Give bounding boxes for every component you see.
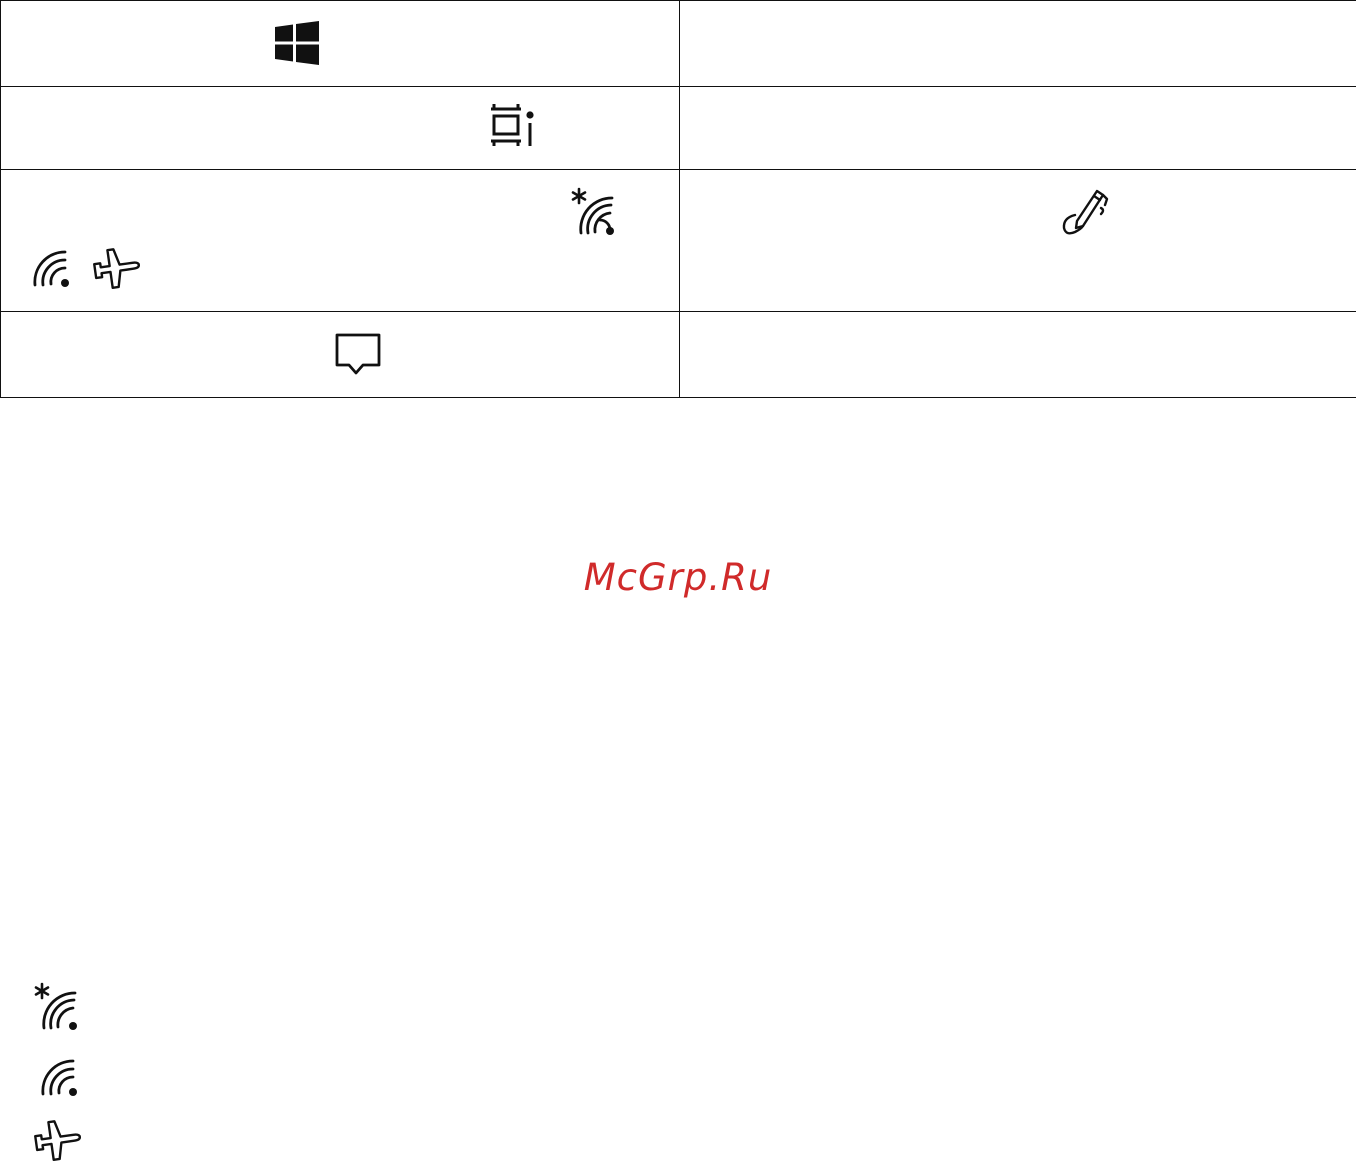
airplane-icon <box>34 1115 82 1163</box>
wifi-icon <box>33 246 73 288</box>
table-row <box>0 169 1356 312</box>
table-cell <box>0 310 680 399</box>
watermark-text: McGrp.Ru <box>583 556 773 599</box>
table-cell <box>679 86 1356 171</box>
table-cell <box>679 0 1356 88</box>
windows-logo-icon <box>275 21 319 65</box>
table-row <box>0 86 1356 171</box>
action-center-icon <box>335 333 381 377</box>
table-cell <box>0 0 680 88</box>
table-cell <box>0 169 680 312</box>
wifi-icon <box>41 1055 81 1097</box>
table-cell <box>679 310 1356 399</box>
task-view-icon <box>490 104 536 147</box>
table-row <box>0 0 1356 88</box>
airplane-icon <box>93 243 141 291</box>
icon-reference-table <box>0 0 1356 399</box>
table-row <box>0 310 1356 399</box>
table-cell <box>679 169 1356 312</box>
wireless-bluetooth-icon <box>569 187 619 237</box>
wireless-bluetooth-icon <box>32 982 82 1032</box>
pen-icon <box>1061 188 1113 240</box>
table-cell <box>0 86 680 171</box>
